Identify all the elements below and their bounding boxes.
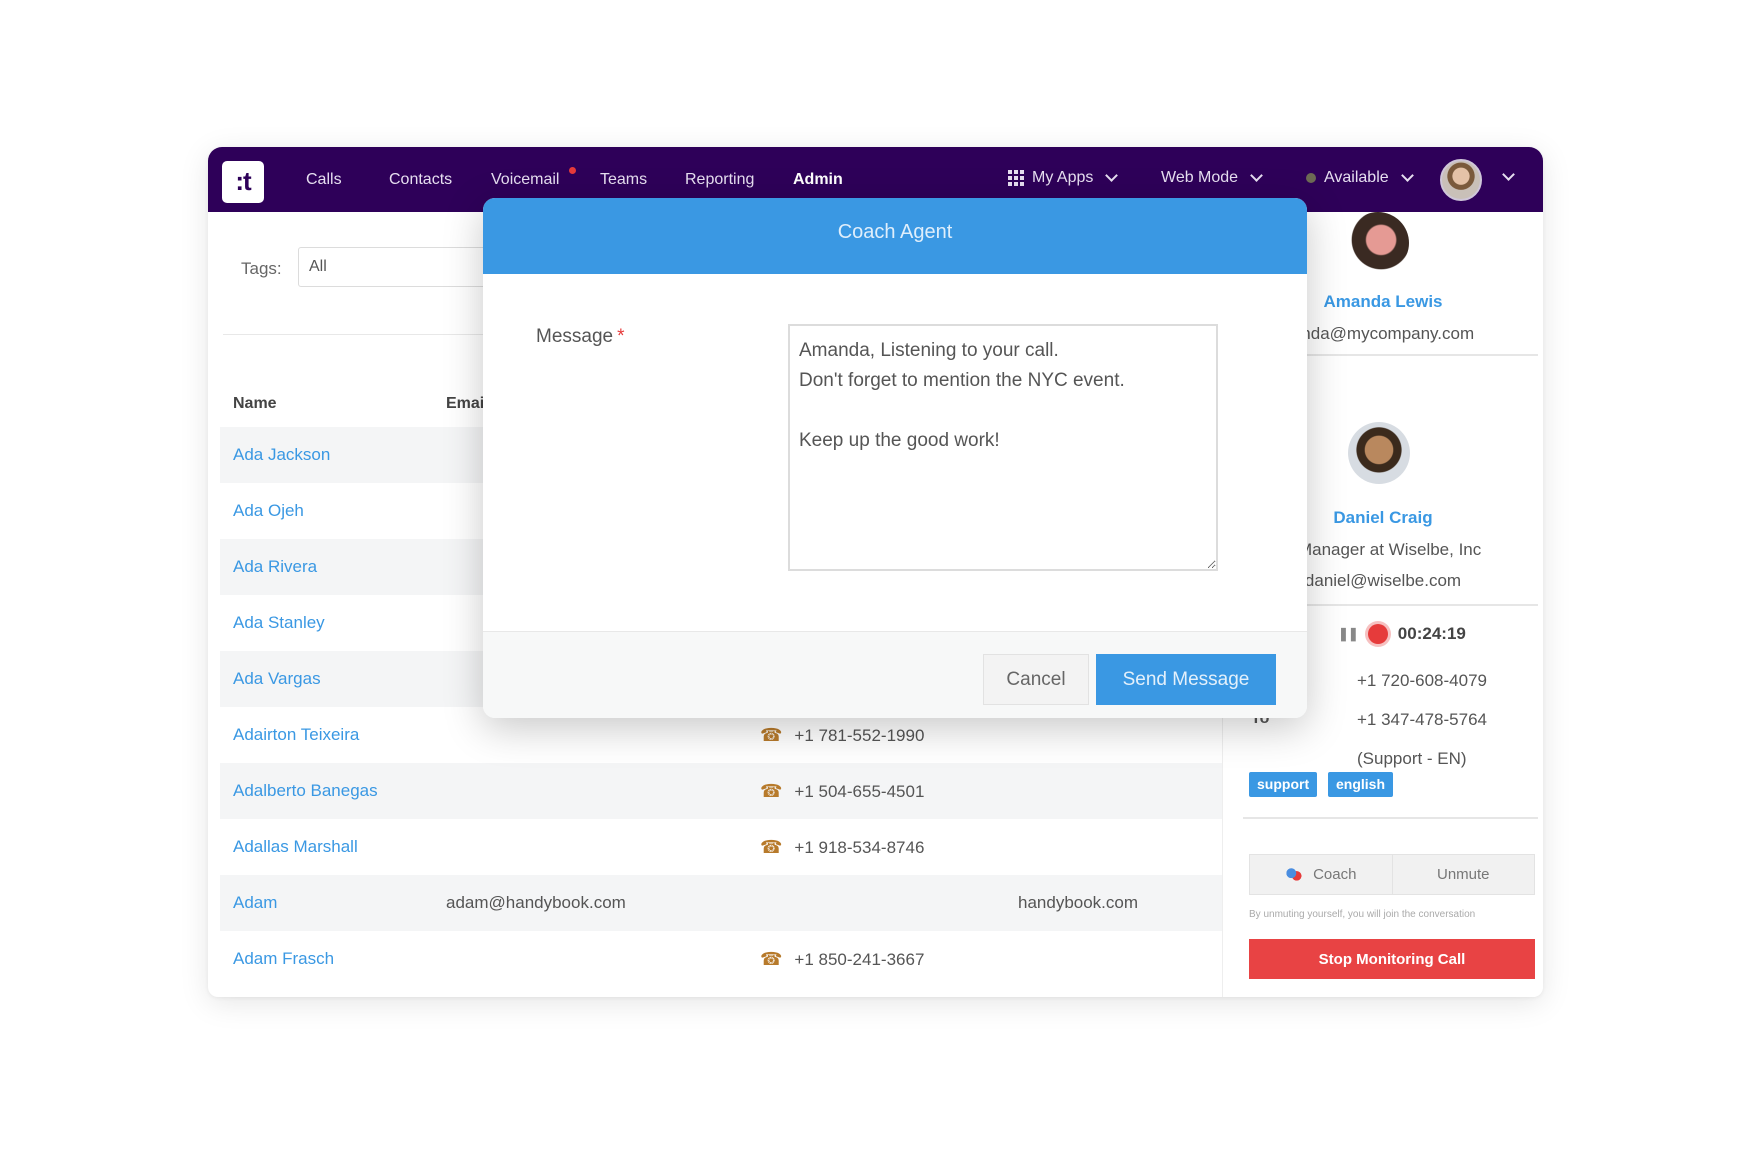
cancel-button[interactable]: Cancel xyxy=(983,654,1089,705)
table-row[interactable]: Adam adam@handybook.com handybook.com xyxy=(220,875,1280,931)
contact-phone[interactable]: ☎ +1 918-534-8746 xyxy=(760,837,924,858)
coach-label: Coach xyxy=(1313,866,1357,883)
nav-admin[interactable]: Admin xyxy=(793,171,843,189)
chevron-down-icon xyxy=(1400,169,1414,182)
message-label-text: Message xyxy=(536,326,614,347)
contact-name-link[interactable]: Adam Frasch xyxy=(233,949,334,969)
status-menu[interactable]: Available xyxy=(1306,169,1414,187)
status-label: Available xyxy=(1324,169,1389,186)
stop-monitoring-button[interactable]: Stop Monitoring Call xyxy=(1249,939,1535,979)
agent-avatar xyxy=(1347,212,1409,274)
contact-avatar xyxy=(1348,422,1410,484)
coach-icon xyxy=(1285,865,1304,884)
contact-phone[interactable]: ☎ +1 504-655-4501 xyxy=(760,781,924,802)
contact-phone[interactable]: ☎ +1 850-241-3667 xyxy=(760,949,924,970)
dialog-footer: Cancel Send Message xyxy=(483,631,1307,718)
queue-name: (Support - EN) xyxy=(1357,749,1467,768)
coach-agent-dialog: Coach Agent Message* Cancel Send Message xyxy=(483,198,1307,718)
divider xyxy=(1243,817,1538,819)
phone-number: +1 504-655-4501 xyxy=(794,781,925,801)
message-label: Message * xyxy=(536,326,625,348)
contact-phone[interactable]: ☎ +1 781-552-1990 xyxy=(760,725,924,746)
nav-calls[interactable]: Calls xyxy=(306,171,342,189)
my-apps-menu[interactable]: My Apps xyxy=(1008,169,1119,187)
send-message-button[interactable]: Send Message xyxy=(1096,654,1276,705)
call-timer: ❚❚ 00:24:19 xyxy=(1338,624,1466,644)
nav-reporting[interactable]: Reporting xyxy=(685,171,754,189)
phone-icon: ☎ xyxy=(760,725,783,745)
contact-name-link[interactable]: Ada Vargas xyxy=(233,669,321,689)
nav-teams[interactable]: Teams xyxy=(600,171,647,189)
unmute-hint: By unmuting yourself, you will join the … xyxy=(1249,909,1476,920)
record-icon[interactable] xyxy=(1367,624,1388,644)
chevron-down-icon xyxy=(1105,169,1119,182)
status-dot-icon xyxy=(1306,173,1316,183)
column-header-name[interactable]: Name xyxy=(233,395,277,413)
contact-name-link[interactable]: Ada Rivera xyxy=(233,557,317,577)
nav-voicemail[interactable]: Voicemail xyxy=(491,171,559,189)
user-avatar[interactable] xyxy=(1440,159,1482,201)
phone-number: +1 918-534-8746 xyxy=(794,837,925,857)
phone-icon: ☎ xyxy=(760,837,783,857)
required-mark: * xyxy=(617,326,625,347)
to-number: +1 347-478-5764 xyxy=(1357,710,1487,729)
chevron-down-icon xyxy=(1250,169,1263,182)
table-row[interactable]: Adalberto Banegas ☎ +1 504-655-4501 xyxy=(220,763,1280,819)
pause-icon[interactable]: ❚❚ xyxy=(1338,626,1359,642)
avatar-chevron-down-icon[interactable] xyxy=(1502,168,1515,181)
message-input[interactable] xyxy=(788,324,1218,571)
contact-company: handybook.com xyxy=(1018,893,1139,912)
unmute-button[interactable]: Unmute xyxy=(1391,855,1535,894)
web-mode-label: Web Mode xyxy=(1161,169,1239,186)
contact-email: adam@handybook.com xyxy=(446,893,626,912)
tag-support[interactable]: support xyxy=(1249,772,1318,797)
nav-contacts[interactable]: Contacts xyxy=(389,171,452,189)
contact-name-link[interactable]: Ada Jackson xyxy=(233,445,330,465)
tags-label: Tags: xyxy=(241,259,282,278)
apps-grid-icon xyxy=(1008,170,1024,186)
contact-name-link[interactable]: Adallas Marshall xyxy=(233,837,358,857)
contact-name-link[interactable]: Adam xyxy=(233,893,277,913)
phone-icon: ☎ xyxy=(760,949,783,969)
phone-icon: ☎ xyxy=(760,781,783,801)
tag-english[interactable]: english xyxy=(1328,772,1394,797)
phone-number: +1 850-241-3667 xyxy=(794,949,925,969)
my-apps-label: My Apps xyxy=(1032,169,1094,186)
table-row[interactable]: Adallas Marshall ☎ +1 918-534-8746 xyxy=(220,819,1280,875)
voicemail-notification-dot xyxy=(569,167,576,174)
contact-name-link[interactable]: Adalberto Banegas xyxy=(233,781,378,801)
contact-name-link[interactable]: Ada Stanley xyxy=(233,613,325,633)
table-row[interactable]: Adam Frasch ☎ +1 850-241-3667 xyxy=(220,931,1280,987)
contact-name-link[interactable]: Ada Ojeh xyxy=(233,501,304,521)
coach-button[interactable]: Coach xyxy=(1250,855,1392,894)
phone-number: +1 781-552-1990 xyxy=(794,725,925,745)
monitor-actions: Coach Unmute xyxy=(1249,854,1535,895)
web-mode-menu[interactable]: Web Mode xyxy=(1161,169,1263,187)
dialog-title: Coach Agent xyxy=(483,198,1307,274)
timer-value: 00:24:19 xyxy=(1397,624,1466,643)
unmute-label: Unmute xyxy=(1436,866,1490,883)
from-number: +1 720-608-4079 xyxy=(1357,671,1487,690)
contact-name-link[interactable]: Adairton Teixeira xyxy=(233,725,359,745)
app-logo[interactable]: :t xyxy=(222,161,264,203)
